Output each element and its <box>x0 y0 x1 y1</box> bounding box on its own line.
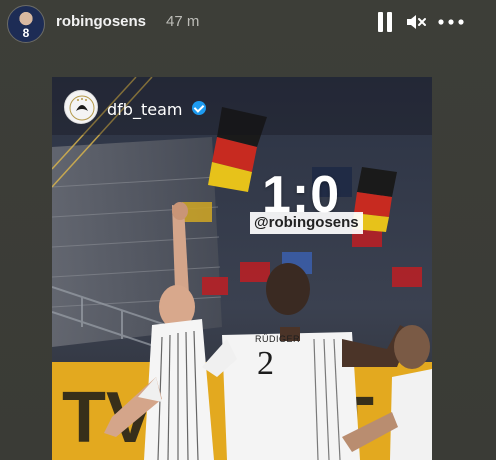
svg-text:TV: TV <box>62 378 154 458</box>
dfb-logo-icon[interactable] <box>64 90 98 124</box>
avatar-jersey-number: 8 <box>22 26 30 40</box>
story-header: 8 robingosens 47 m <box>0 0 496 48</box>
post-header: dfb_team <box>52 77 432 137</box>
verified-badge-icon <box>192 101 206 115</box>
mention-sticker[interactable]: @robingosens <box>250 212 363 234</box>
speaker-muted-icon[interactable] <box>404 10 428 34</box>
username-link[interactable]: robingosens <box>56 13 146 30</box>
jersey-name: RÜDIGER <box>255 334 301 344</box>
story-viewer: 8 robingosens 47 m TV dfb_team 1:0 @robi… <box>0 0 496 460</box>
shared-post-card[interactable]: TV ET <box>52 77 432 460</box>
story-timestamp: 47 m <box>166 13 200 30</box>
pause-icon[interactable] <box>376 12 394 32</box>
avatar[interactable]: 8 <box>7 5 45 43</box>
account-name[interactable]: dfb_team <box>107 100 182 119</box>
jersey-number: 2 <box>257 345 274 382</box>
more-dots-icon[interactable] <box>436 10 466 34</box>
